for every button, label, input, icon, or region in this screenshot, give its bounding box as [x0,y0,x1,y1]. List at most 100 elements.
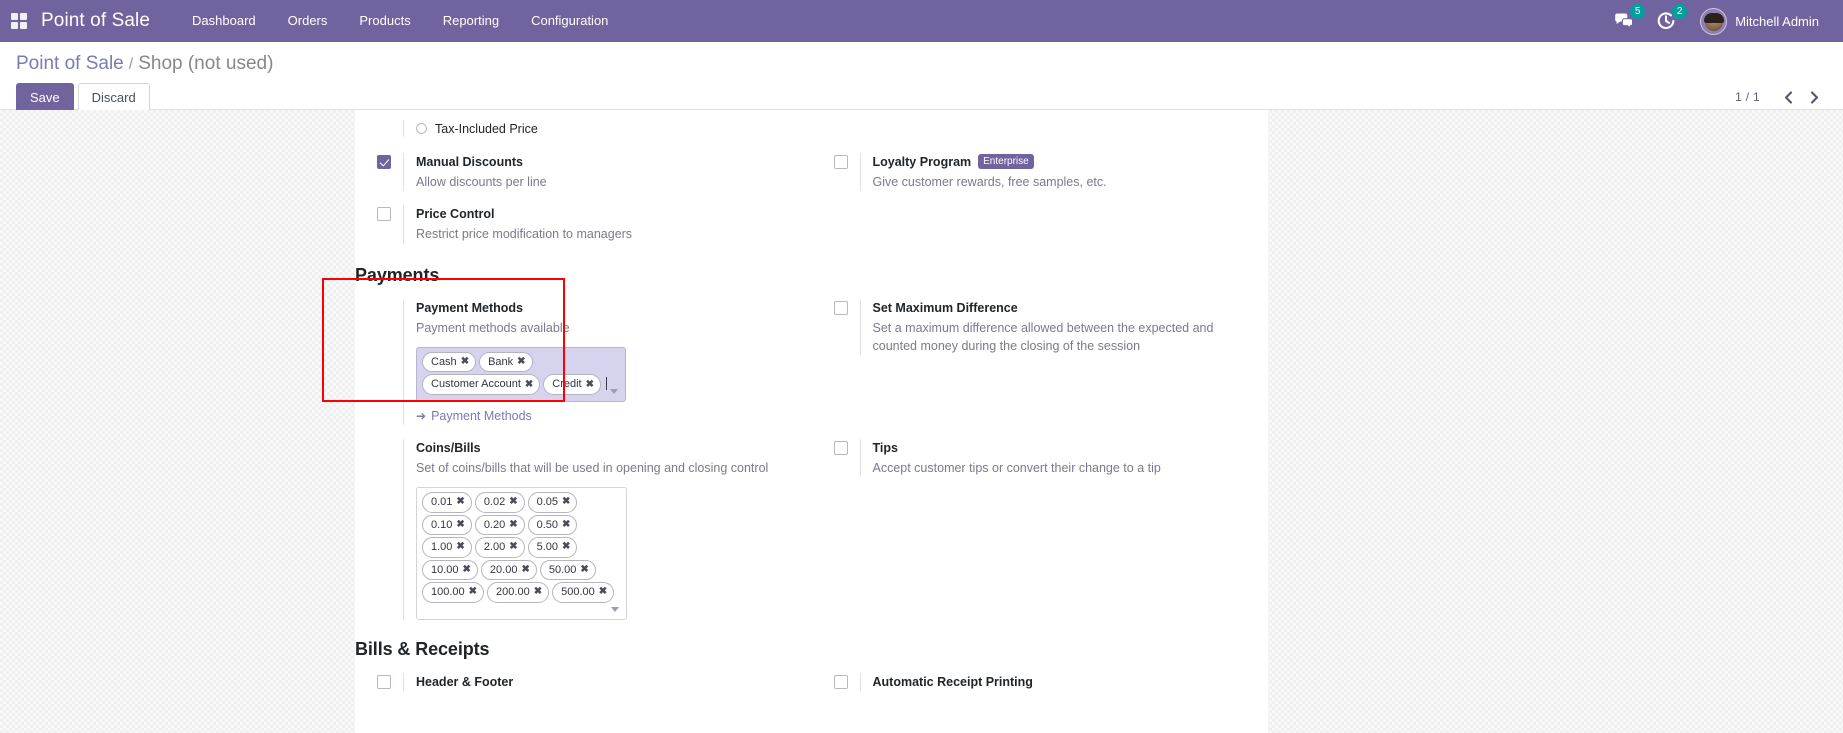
coins-bills-tag-input[interactable]: 0.01 ✖ 0.02 ✖ 0.05 ✖ 0.10 ✖ 0.20 ✖ 0.50 ✖ 1.00 ✖ 2.00 ✖… [416,487,627,620]
setting-coins-bills: Coins/Bills Set of coins/bills that will… [355,432,812,627]
coin-bill-tag[interactable]: 0.50 ✖ [527,514,578,535]
title-set-maximum-difference: Set Maximum Difference [872,300,1018,315]
app-brand-title[interactable]: Point of Sale [41,10,150,32]
setting-header-footer: Header & Footer [355,666,812,698]
chevron-right-icon[interactable] [1803,86,1825,108]
coin-bill-tag[interactable]: 100.00 ✖ [422,582,485,603]
coin-bill-tag[interactable]: 0.01 ✖ [422,492,472,513]
remove-tag-icon[interactable]: ✖ [509,519,517,530]
coin-bill-tag[interactable]: 0.02 ✖ [474,492,525,513]
remove-tag-icon[interactable]: ✖ [599,587,607,597]
payment-method-tag[interactable]: Credit ✖ [543,374,601,395]
title-automatic-receipt-printing: Automatic Receipt Printing [872,674,1033,689]
coin-bill-tag-label: 10.00 [431,563,459,576]
apps-grid-icon[interactable] [6,8,32,34]
control-panel: Point of Sale / Shop (not used) Save Dis… [0,42,1843,113]
activities-badge-count: 2 [1672,4,1688,19]
coin-bill-tag[interactable]: 1.00 ✖ [422,537,472,558]
coin-bill-tag-label: 50.00 [548,563,577,576]
menu-item-reporting[interactable]: Reporting [427,0,515,42]
internal-link-payment-methods[interactable]: ➔ Payment Methods [416,409,532,423]
remove-tag-icon[interactable]: ✖ [509,542,517,552]
desc-loyalty-program: Give customer rewards, free samples, etc… [872,175,1107,190]
menu-item-configuration[interactable]: Configuration [515,0,624,42]
menu-item-orders[interactable]: Orders [272,0,344,42]
checkbox-tips[interactable] [833,440,848,455]
checkbox-manual-discounts[interactable] [377,155,391,169]
remove-tag-icon[interactable]: ✖ [562,519,570,530]
coin-bill-tag-label: 500.00 [561,586,595,598]
chevron-left-icon[interactable] [1777,86,1799,108]
payment-method-tag-label: Customer Account [431,378,521,391]
save-button[interactable]: Save [16,82,74,113]
remove-tag-icon[interactable]: ✖ [562,542,570,552]
breadcrumb-root[interactable]: Point of Sale [16,52,124,76]
coin-bill-tag[interactable]: 0.05 ✖ [527,492,578,513]
coin-bill-tag[interactable]: 0.20 ✖ [474,514,525,535]
settings-canvas: Tax-Included Price Manual Discounts Allo… [0,110,1843,733]
username-label: Mitchell Admin [1735,13,1819,29]
discard-button[interactable]: Discard [77,82,150,113]
breadcrumb-separator: / [128,56,134,73]
checkbox-loyalty-program[interactable] [833,155,848,169]
setting-price-control: Price Control Restrict price modificatio… [355,198,812,250]
radio-tax-included-price[interactable] [416,123,427,134]
coin-bill-tag-label: 100.00 [431,586,465,598]
remove-tag-icon[interactable]: ✖ [534,587,542,597]
payment-method-tag-label: Bank [488,355,514,368]
title-coins-bills: Coins/Bills [416,440,481,455]
section-heading-payments: Payments [355,264,440,285]
chevron-down-icon[interactable] [611,606,619,612]
remove-tag-icon[interactable]: ✖ [461,357,469,367]
coin-bill-tag-label: 0.01 [431,496,453,508]
user-menu[interactable]: Mitchell Admin [1700,7,1819,35]
coin-bill-tag-label: 200.00 [496,586,530,598]
checkbox-price-control[interactable] [377,207,391,222]
remove-tag-icon[interactable]: ✖ [525,379,533,390]
text-cursor [606,376,607,390]
setting-loyalty-program: Loyalty Program Enterprise Give customer… [812,146,1269,198]
breadcrumb: Point of Sale / Shop (not used) [16,52,1827,76]
coin-bill-tag[interactable]: 10.00 ✖ [422,559,478,580]
messages-icon[interactable]: 5 [1612,4,1646,33]
coin-bill-tag[interactable]: 500.00 ✖ [552,582,615,603]
remove-tag-icon[interactable]: ✖ [456,497,464,507]
coin-bill-tag[interactable]: 2.00 ✖ [474,537,525,558]
payment-method-tag[interactable]: Bank ✖ [479,351,533,373]
coin-bill-tag[interactable]: 0.10 ✖ [422,514,472,535]
payment-methods-tag-input[interactable]: Cash ✖ Bank ✖ Customer Account ✖ Credit ✖ [416,346,626,402]
checkbox-header-footer[interactable] [377,674,391,689]
remove-tag-icon[interactable]: ✖ [586,379,594,390]
remove-tag-icon[interactable]: ✖ [521,564,529,575]
remove-tag-icon[interactable]: ✖ [469,587,477,597]
remove-tag-icon[interactable]: ✖ [456,519,464,530]
remove-tag-icon[interactable]: ✖ [509,497,517,507]
messages-badge-count: 5 [1630,4,1646,19]
chevron-down-icon[interactable] [610,388,618,394]
coin-bill-tag-label: 5.00 [536,541,559,553]
setting-payment-methods: Payment Methods Payment methods availabl… [355,292,812,432]
checkbox-automatic-receipt-printing[interactable] [833,674,848,689]
setting-set-maximum-difference: Set Maximum Difference Set a maximum dif… [812,292,1269,432]
checkbox-set-maximum-difference[interactable] [833,300,848,315]
remove-tag-icon[interactable]: ✖ [580,564,588,575]
setting-tax-included-price: Tax-Included Price [355,116,1268,146]
apps-grid-cell [20,13,27,20]
apps-grid-cell [11,13,18,20]
payment-method-tag[interactable]: Customer Account ✖ [422,374,541,395]
coin-bill-tag[interactable]: 200.00 ✖ [487,582,550,603]
coin-bill-tag[interactable]: 5.00 ✖ [527,537,578,558]
apps-grid-cell [20,22,27,29]
menu-item-products[interactable]: Products [343,0,426,42]
activity-clock-icon[interactable]: 2 [1654,4,1688,33]
coin-bill-tag[interactable]: 50.00 ✖ [539,559,596,580]
payment-method-tag[interactable]: Cash ✖ [422,351,477,373]
remove-tag-icon[interactable]: ✖ [562,497,570,507]
remove-tag-icon[interactable]: ✖ [463,564,471,575]
remove-tag-icon[interactable]: ✖ [517,357,525,367]
title-payment-methods: Payment Methods [416,300,523,315]
menu-item-dashboard[interactable]: Dashboard [176,0,272,42]
coin-bill-tag[interactable]: 20.00 ✖ [480,559,537,580]
remove-tag-icon[interactable]: ✖ [456,542,464,552]
top-navbar: Point of Sale Dashboard Orders Products … [0,0,1843,42]
